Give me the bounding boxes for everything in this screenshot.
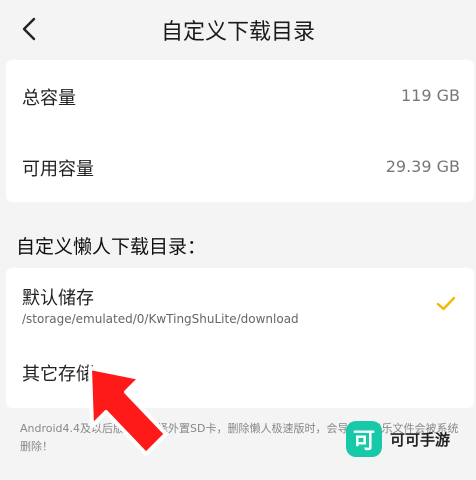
default-storage-path: /storage/emulated/0/KwTingShuLite/downlo… bbox=[22, 312, 299, 326]
total-capacity-row: 总容量 119 GB bbox=[6, 60, 474, 131]
available-capacity-row: 可用容量 29.39 GB bbox=[6, 131, 474, 202]
total-capacity-value: 119 GB bbox=[401, 86, 460, 105]
watermark-text: 可可手游 bbox=[390, 430, 451, 449]
check-icon bbox=[436, 296, 456, 311]
section-title: 自定义懒人下载目录： bbox=[16, 236, 207, 258]
storage-options-card: 默认储存 /storage/emulated/0/KwTingShuLite/d… bbox=[6, 268, 474, 408]
available-capacity-value: 29.39 GB bbox=[385, 157, 460, 176]
option-other-storage[interactable]: 其它存储 bbox=[6, 338, 474, 408]
watermark: 可 可可手游 bbox=[346, 420, 450, 458]
total-capacity-label: 总容量 bbox=[22, 88, 76, 109]
available-capacity-label: 可用容量 bbox=[22, 159, 94, 180]
red-arrow-annotation bbox=[88, 366, 168, 456]
watermark-logo: 可 bbox=[346, 421, 382, 457]
default-storage-label: 默认储存 bbox=[22, 288, 94, 309]
page-title: 自定义下载目录 bbox=[160, 20, 315, 45]
option-default-storage[interactable]: 默认储存 /storage/emulated/0/KwTingShuLite/d… bbox=[6, 268, 474, 338]
capacity-card: 总容量 119 GB 可用容量 29.39 GB bbox=[6, 60, 474, 202]
top-bar: 自定义下载目录 bbox=[0, 0, 476, 58]
